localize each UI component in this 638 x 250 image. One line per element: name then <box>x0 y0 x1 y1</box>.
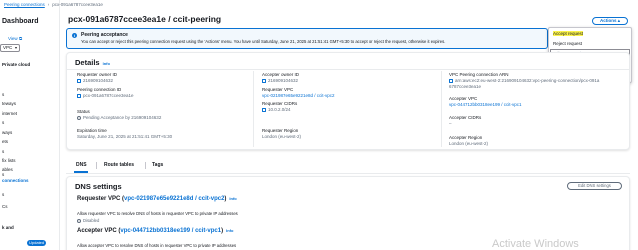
nav-item[interactable]: s <box>2 92 4 97</box>
edit-dns-settings-button[interactable]: Edit DNS settings <box>567 182 622 190</box>
menu-reject-request[interactable]: Reject request <box>553 41 582 46</box>
requester-dns-description: Allow requester VPC to resolve DNS of ho… <box>77 211 238 216</box>
disabled-icon <box>77 218 81 223</box>
nav-item-gateways[interactable]: ways <box>2 130 12 135</box>
nav-item-vpcs[interactable]: Cs <box>2 204 8 209</box>
tab-separator <box>145 162 146 169</box>
nav-title[interactable]: Dashboard <box>2 18 39 25</box>
breadcrumb-current: pcx-091a6787ccee3ea1e <box>52 2 103 7</box>
requester-dns-status: Disabled <box>77 218 99 223</box>
nav-item-sets[interactable]: ets <box>2 139 8 144</box>
details-info-link[interactable]: Info <box>103 61 110 66</box>
tab-bar: DNS Route tables Tags <box>66 158 630 174</box>
field-value-continued: 6787ccee3ea1e <box>449 84 482 89</box>
field-value: Pending Acceptance by 216909104632 <box>83 115 162 120</box>
breadcrumb-separator-icon: › <box>47 2 50 7</box>
expiration-time-field: Expiration time Saturday, June 21, 2025 … <box>77 128 172 140</box>
accepter-vpc-link[interactable]: vpc-044712bb0318ee199 / ccit-vpc1 <box>120 228 221 234</box>
accepter-owner-id-field: Accepter owner ID 216909104632 <box>262 72 299 84</box>
info-icon: i <box>72 33 77 38</box>
requester-region-field: Requester Region London (eu-west-2) <box>262 128 301 140</box>
divider <box>67 69 629 70</box>
nav-item-prefix-lists[interactable]: fix lists <box>2 158 16 163</box>
requester-info-link[interactable]: Info <box>229 196 236 201</box>
copy-icon[interactable] <box>262 107 266 112</box>
field-value: Saturday, June 21, 2025 at 21:51:41 GMT+… <box>77 134 173 139</box>
caret-up-icon: ▴ <box>617 18 621 23</box>
status-field: Status Pending Acceptance by 21690910463… <box>77 109 161 121</box>
tab-dns[interactable]: DNS <box>76 162 87 168</box>
nav-item-gateways[interactable]: teways <box>2 101 16 106</box>
field-value: – <box>449 121 452 126</box>
updated-badge: Updated <box>27 240 47 246</box>
tab-tags[interactable]: Tags <box>152 162 163 168</box>
menu-accept-request[interactable]: Accept request <box>553 31 584 36</box>
field-value: pcx-091a6787ccee3ea1e <box>83 93 134 98</box>
breadcrumb: Peering connections › pcx-091a6787ccee3ea1… <box>4 2 103 7</box>
accepter-vpc-heading: Accepter VPC (vpc-044712bb0318ee199 / cc… <box>77 228 234 234</box>
side-navigation: Dashboard View ⧉ VPC ▾ Private cloud s te… <box>0 0 60 250</box>
actions-button[interactable]: Actions ▴ <box>592 17 628 25</box>
requester-vpc-heading: Requester VPC (vpc-021987e65e9221e8d / c… <box>77 196 237 202</box>
view-link[interactable]: View ⧉ <box>8 36 22 41</box>
alert-text: You can accept or reject this peering co… <box>81 39 446 44</box>
nav-item[interactable]: s <box>2 149 4 154</box>
accepter-info-link[interactable]: Info <box>226 228 233 233</box>
field-value: arn:aws:ec2:eu-west-2:216909104632:vpc-p… <box>455 78 600 83</box>
nav-section-private-cloud[interactable]: Private cloud <box>2 62 30 67</box>
peering-connection-id-field: Peering connection ID pcx-091a6787ccee3e… <box>77 87 134 99</box>
peering-arn-field: VPC Peering connection ARN arn:aws:ec2:e… <box>449 72 599 90</box>
copy-icon[interactable] <box>77 78 81 83</box>
nav-item-peering-connections[interactable]: connections <box>2 178 29 183</box>
page-title: pcx-091a6787ccee3ea1e / ccit-peering <box>68 14 222 24</box>
field-value: 10.0.2.0/24 <box>268 107 291 112</box>
requester-vpc-link[interactable]: vpc-021987e65e9221e8d / ccit-vpc2 <box>124 196 224 202</box>
chevron-down-icon: ▾ <box>14 45 17 50</box>
tab-separator <box>96 162 97 169</box>
requester-cidrs-field: Requester CIDRs 10.0.2.0/24 <box>262 101 297 113</box>
accepter-region-field: Accepter Region London (eu-west-2) <box>449 135 488 147</box>
details-card: Details Info Requester owner ID 216909104… <box>66 52 630 150</box>
activate-windows-watermark: Activate Windows <box>492 238 579 250</box>
nav-section-network[interactable]: k and <box>2 225 14 230</box>
accepter-cidrs-field: Accepter CIDRs – <box>449 115 481 127</box>
requester-vpc-field: Requester VPC vpc-021987e65e9221e8d / cc… <box>262 87 335 99</box>
active-tab-indicator <box>74 171 88 173</box>
alert-title: Peering acceptance <box>81 32 128 38</box>
copy-icon[interactable] <box>77 93 81 98</box>
pending-icon <box>77 115 81 120</box>
dns-settings-title: DNS settings <box>75 182 122 191</box>
column-divider <box>253 71 254 147</box>
requester-owner-id-field: Requester owner ID 216909104632 <box>77 72 117 84</box>
field-value: 216909104632 <box>83 78 114 83</box>
field-value: 216909104632 <box>268 78 299 83</box>
nav-item[interactable]: s <box>2 192 4 197</box>
copy-icon[interactable] <box>262 78 266 83</box>
requester-vpc-link[interactable]: vpc-021987e65e9221e8d / ccit-vpc2 <box>262 93 335 99</box>
details-title: Details Info <box>75 58 110 67</box>
accepter-vpc-field: Accepter VPC vpc-044712bb0318ee199 / cci… <box>449 96 522 108</box>
copy-icon[interactable] <box>449 78 453 83</box>
column-divider <box>441 71 442 147</box>
field-value: London (eu-west-2) <box>262 134 302 139</box>
vpc-filter-select[interactable]: VPC ▾ <box>0 44 20 52</box>
field-value: London (eu-west-2) <box>449 141 489 146</box>
accepter-vpc-link[interactable]: vpc-044712bb0318ee199 / ccit-vpc1 <box>449 102 522 108</box>
nav-item[interactable]: s <box>2 120 4 125</box>
tab-route-tables[interactable]: Route tables <box>104 162 134 168</box>
breadcrumb-peering-connections[interactable]: Peering connections <box>4 2 45 7</box>
accepter-dns-description: Allow accepter VPC to resolve DNS of hos… <box>77 243 237 248</box>
peering-acceptance-alert: i Peering acceptance You can accept or r… <box>66 28 548 49</box>
nav-item[interactable]: s <box>2 172 4 177</box>
nav-item-internet[interactable]: internet <box>2 111 17 116</box>
field-label: Accepter CIDRs <box>449 115 482 120</box>
